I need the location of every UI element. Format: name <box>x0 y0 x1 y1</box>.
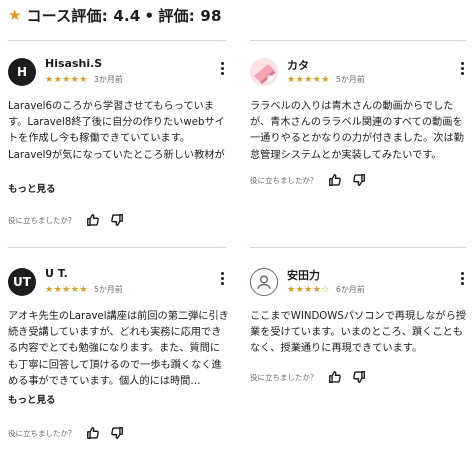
ratings-count-value: 98 <box>200 6 222 25</box>
star-rating: ★★★★★ <box>45 74 88 85</box>
divider <box>8 247 226 248</box>
review-meta: ★★★★★ 3か月前 <box>45 74 123 85</box>
review-header: H Hisashi.S ★★★★★ 3か月前 <box>8 52 226 96</box>
read-more-link[interactable]: もっと見る <box>8 181 56 195</box>
thumbs-down-icon[interactable] <box>110 426 124 440</box>
more-options-icon[interactable] <box>218 272 226 285</box>
thumbs-down-icon[interactable] <box>352 173 366 187</box>
helpful-row: 役に立ちましたか？ <box>8 213 124 227</box>
divider <box>250 247 466 248</box>
helpful-question: 役に立ちましたか？ <box>8 428 76 438</box>
review-card: UT U T. ★★★★★ 5か月前 アオキ先生のLaravel講座は前回の第二… <box>8 262 229 447</box>
helpful-question: 役に立ちましたか？ <box>250 175 318 185</box>
reviewer-name: 安田力 <box>287 269 320 282</box>
avatar <box>250 268 278 296</box>
course-rating-header: ★ コース評価: 4.4 • 評価: 98 <box>8 4 222 26</box>
review-time: 5か月前 <box>335 75 365 84</box>
ratings-count-label: 評価 <box>158 6 189 25</box>
avatar: H <box>8 58 36 86</box>
reviewer-name: カタ <box>287 59 309 72</box>
star-rating: ★★★★★ <box>45 284 88 295</box>
review-text: ここまでWINDOWSパソコンで再現しながら授業を受けています。いまのところ、躓… <box>250 311 467 355</box>
review-text: ララベルの入りは青木さんの動画からでしたが、青木さんのララベル関連のすべての動画… <box>250 101 464 161</box>
review-time: 5か月前 <box>93 285 123 294</box>
review-card: カタ ★★★★★ 5か月前 ララベルの入りは青木さんの動画からでしたが、青木さん… <box>250 52 466 240</box>
course-rating-label: コース評価 <box>26 6 102 25</box>
more-options-icon[interactable] <box>458 62 466 75</box>
star-rating: ★★★★★ <box>287 74 330 85</box>
review-meta: ★★★★★ 5か月前 <box>287 74 365 85</box>
avatar: UT <box>8 268 36 296</box>
review-header: 安田力 ★★★★☆ 6か月前 <box>250 262 466 306</box>
avatar <box>250 58 278 86</box>
separator-dot: • <box>144 6 155 25</box>
review-time: 3か月前 <box>93 75 123 84</box>
divider <box>8 40 226 41</box>
review-card: H Hisashi.S ★★★★★ 3か月前 Laravel6のころから学習させ… <box>8 52 226 240</box>
thumbs-down-icon[interactable] <box>352 370 366 384</box>
thumbs-up-icon[interactable] <box>328 173 342 187</box>
thumbs-down-icon[interactable] <box>110 213 124 227</box>
helpful-row: 役に立ちましたか？ <box>250 173 366 187</box>
review-header: UT U T. ★★★★★ 5か月前 <box>8 262 226 306</box>
helpful-question: 役に立ちましたか？ <box>250 372 318 382</box>
review-header: カタ ★★★★★ 5か月前 <box>250 52 466 96</box>
star-rating: ★★★★☆ <box>287 284 330 295</box>
star-icon: ★ <box>8 5 22 24</box>
review-meta: ★★★★★ 5か月前 <box>45 284 123 295</box>
more-options-icon[interactable] <box>218 62 226 75</box>
more-options-icon[interactable] <box>458 272 466 285</box>
course-rating-value: 4.4 <box>113 6 141 25</box>
thumbs-up-icon[interactable] <box>86 426 100 440</box>
avatar-image <box>250 58 278 86</box>
review-time: 6か月前 <box>335 285 365 294</box>
review-meta: ★★★★☆ 6か月前 <box>287 284 365 295</box>
user-icon <box>257 275 271 289</box>
helpful-row: 役に立ちましたか？ <box>250 370 366 384</box>
reviewer-name: U T. <box>45 267 68 280</box>
helpful-question: 役に立ちましたか？ <box>8 215 76 225</box>
review-text: Laravel6のころから学習させてもらっています。Laravel8終了後に自分… <box>8 101 225 161</box>
thumbs-up-icon[interactable] <box>86 213 100 227</box>
reviewer-name: Hisashi.S <box>45 57 103 70</box>
course-rating-summary: コース評価: 4.4 • 評価: 98 <box>26 6 222 25</box>
read-more-link[interactable]: もっと見る <box>8 392 56 406</box>
divider <box>250 40 466 41</box>
review-text: アオキ先生のLaravel講座は前回の第二弾に引き続き受講していますが、どれも実… <box>8 311 229 387</box>
thumbs-up-icon[interactable] <box>328 370 342 384</box>
helpful-row: 役に立ちましたか？ <box>8 426 124 440</box>
review-card: 安田力 ★★★★☆ 6か月前 ここまでWINDOWSパソコンで再現しながら授業を… <box>250 262 466 447</box>
